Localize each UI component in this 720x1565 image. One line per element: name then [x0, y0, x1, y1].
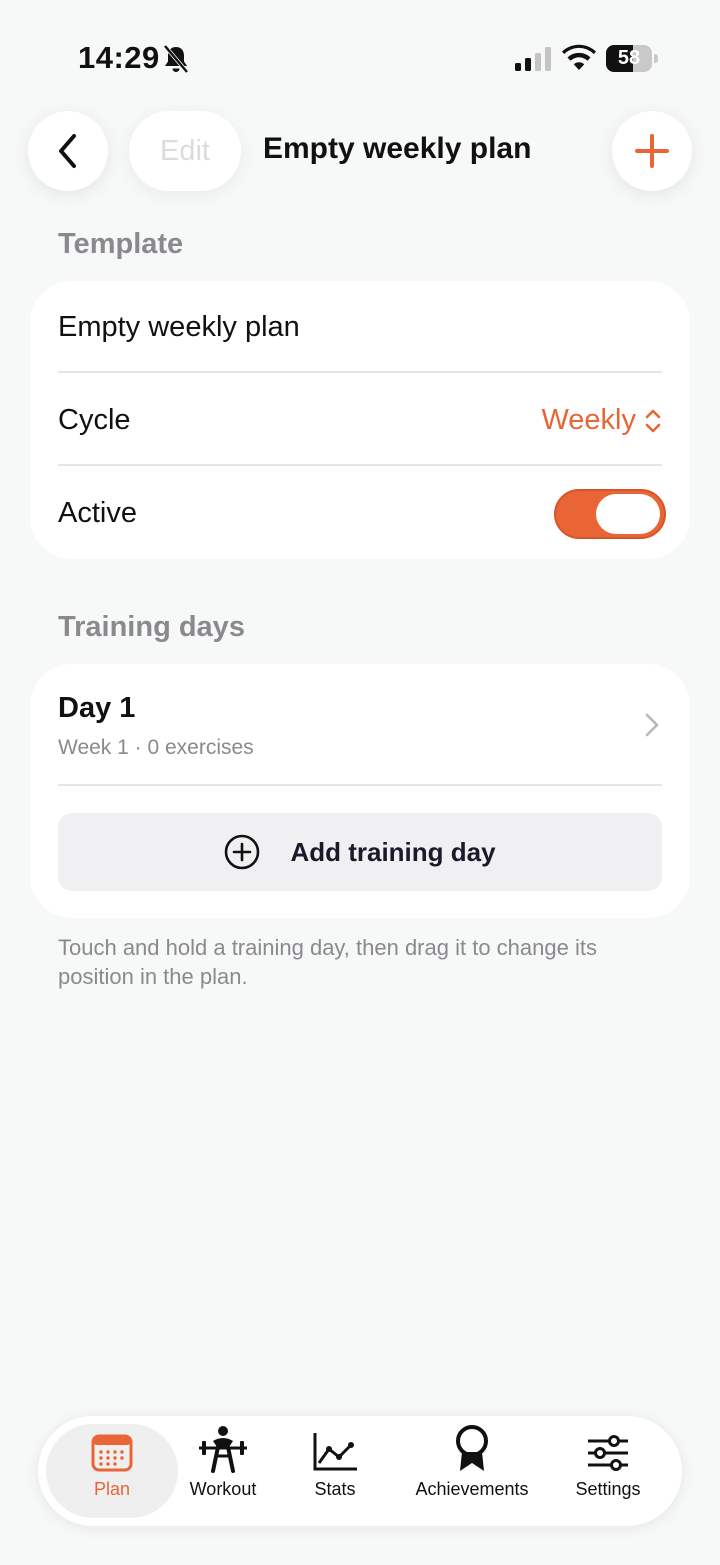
template-name: Empty weekly plan [58, 311, 300, 343]
divider [58, 371, 662, 373]
add-training-day-button[interactable]: Add training day [58, 813, 662, 891]
award-ribbon-icon [456, 1425, 488, 1471]
tab-settings[interactable]: Settings [568, 1424, 648, 1518]
training-day-subtitle: Week 1 · 0 exercises [58, 736, 254, 759]
cellular-signal-icon [515, 47, 551, 71]
status-bar: 14:29 58 [0, 0, 720, 110]
tab-settings-label: Settings [575, 1479, 641, 1499]
sliders-icon [588, 1435, 628, 1471]
back-button[interactable] [28, 111, 108, 191]
plus-icon [635, 134, 669, 168]
tab-workout-label: Workout [189, 1479, 257, 1499]
template-card: Empty weekly plan Cycle Weekly Active [30, 281, 690, 559]
toggle-knob [596, 493, 660, 534]
cycle-picker[interactable]: Weekly [541, 404, 662, 437]
reorder-hint: Touch and hold a training day, then drag… [58, 935, 597, 989]
divider [58, 464, 662, 466]
battery-icon: 58 [606, 45, 658, 72]
training-days-section-label: Training days [58, 611, 245, 643]
calendar-icon [91, 1434, 133, 1472]
tab-plan[interactable]: Plan [46, 1424, 178, 1518]
tab-achievements[interactable]: Achievements [406, 1424, 538, 1518]
back-chevron-icon [59, 134, 76, 168]
edit-button[interactable]: Edit [129, 111, 241, 191]
page-title: Empty weekly plan [263, 132, 532, 165]
template-name-row[interactable]: Empty weekly plan [58, 281, 662, 374]
cycle-row: Cycle Weekly [58, 374, 662, 467]
training-day-row[interactable]: Day 1 Week 1 · 0 exercises [30, 664, 690, 784]
chevron-up-down-icon [645, 409, 661, 432]
active-row: Active [58, 467, 666, 560]
template-section-label: Template [58, 228, 184, 260]
wifi-icon [562, 44, 596, 70]
training-days-card: Day 1 Week 1 · 0 exercises Add training … [30, 664, 690, 918]
add-training-day-label: Add training day [290, 836, 496, 867]
chevron-right-icon [645, 713, 659, 737]
cycle-value: Weekly [541, 404, 636, 436]
add-button[interactable] [612, 111, 692, 191]
active-toggle[interactable] [554, 488, 666, 539]
tab-stats[interactable]: Stats [298, 1424, 372, 1518]
tab-bar: Plan Workout Stats Achievements Settings [38, 1416, 682, 1526]
tab-plan-label: Plan [93, 1479, 131, 1499]
tab-workout[interactable]: Workout [178, 1424, 268, 1518]
active-label: Active [58, 497, 137, 529]
tab-achievements-label: Achievements [415, 1479, 529, 1499]
tab-stats-label: Stats [314, 1479, 356, 1499]
cycle-label: Cycle [58, 404, 131, 436]
training-day-title: Day 1 [58, 692, 136, 724]
bell-slash-icon [163, 44, 189, 74]
battery-level: 58 [617, 47, 641, 69]
weightlifter-icon [199, 1426, 247, 1473]
divider [58, 784, 662, 786]
status-time: 14:29 [78, 40, 160, 75]
line-chart-icon [313, 1433, 357, 1471]
plus-circle-icon [225, 834, 260, 870]
